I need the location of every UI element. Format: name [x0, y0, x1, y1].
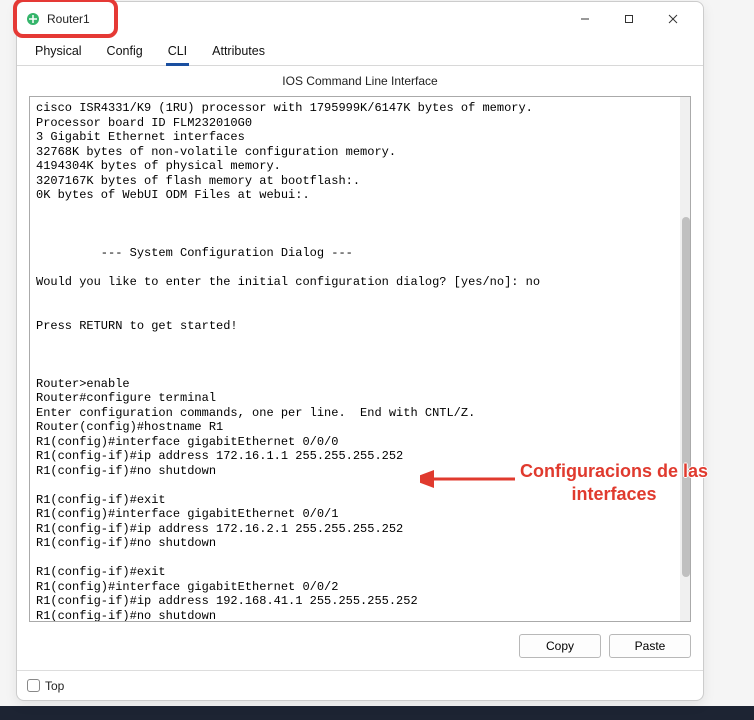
copy-button[interactable]: Copy: [519, 634, 601, 658]
tab-attributes[interactable]: Attributes: [200, 36, 277, 65]
cli-header: IOS Command Line Interface: [17, 66, 703, 92]
paste-button[interactable]: Paste: [609, 634, 691, 658]
cli-terminal[interactable]: cisco ISR4331/K9 (1RU) processor with 17…: [29, 96, 691, 622]
minimize-button[interactable]: [563, 4, 607, 34]
window-title: Router1: [47, 12, 90, 26]
tab-physical[interactable]: Physical: [23, 36, 94, 65]
router-icon: [25, 11, 41, 27]
tabs: Physical Config CLI Attributes: [17, 36, 703, 66]
top-checkbox[interactable]: [27, 679, 40, 692]
button-row: Copy Paste: [17, 630, 703, 670]
cli-output[interactable]: cisco ISR4331/K9 (1RU) processor with 17…: [30, 97, 690, 622]
maximize-button[interactable]: [607, 4, 651, 34]
tab-cli[interactable]: CLI: [156, 36, 199, 65]
titlebar: Router1: [17, 2, 703, 36]
close-button[interactable]: [651, 4, 695, 34]
footer: Top: [17, 670, 703, 700]
scrollbar-thumb[interactable]: [682, 217, 690, 577]
bottom-strip: [0, 706, 754, 720]
scrollbar-track[interactable]: [680, 97, 690, 621]
tab-config[interactable]: Config: [95, 36, 155, 65]
router-window: Router1 Physical Config CLI Attributes I…: [16, 1, 704, 701]
top-label: Top: [45, 679, 64, 693]
window-controls: [563, 4, 695, 34]
